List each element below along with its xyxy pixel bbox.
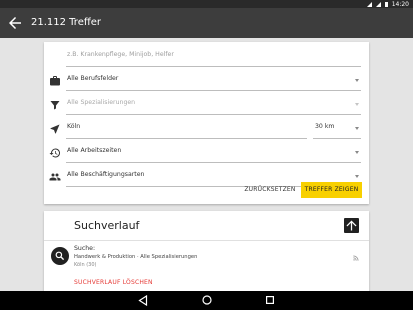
location-row: Köln 30 km <box>44 117 369 141</box>
working-hours-select[interactable]: Alle Arbeitszeiten <box>66 143 361 163</box>
nav-back-icon[interactable] <box>138 295 148 306</box>
working-hours-row: Alle Arbeitszeiten <box>44 141 369 165</box>
reset-button[interactable]: ZURÜCKSETZEN <box>242 182 298 198</box>
status-icons: 14:20 <box>366 0 409 8</box>
signal-icon <box>366 1 372 7</box>
divider <box>44 240 369 241</box>
dropdown-caret-icon <box>355 175 359 178</box>
app-bar: 21.112 Treffer <box>0 8 413 38</box>
history-item-detail: Handwerk & Produktion · Alle Spezialisie… <box>74 254 198 260</box>
history-item-location: Köln (30) <box>74 262 97 268</box>
dropdown-caret-icon <box>355 127 359 130</box>
search-history-card: Suchverlauf Suche: Handwerk & Produktion… <box>44 211 369 291</box>
arrow-back-icon[interactable] <box>6 14 24 32</box>
filter-icon <box>50 101 60 110</box>
collapse-button[interactable] <box>344 218 359 233</box>
specialization-value: Alle Spezialisierungen <box>67 99 136 106</box>
specialization-select[interactable]: Alle Spezialisierungen <box>66 95 361 115</box>
navigation-bar <box>0 291 413 310</box>
page-title: 21.112 Treffer <box>31 17 102 28</box>
location-arrow-icon <box>50 124 60 134</box>
radius-value: 30 km <box>315 123 335 130</box>
job-field-select[interactable]: Alle Berufsfelder <box>66 71 361 91</box>
keyword-placeholder: z.B. Krankenpflege, Minijob, Helfer <box>67 51 174 58</box>
location-input[interactable]: Köln <box>66 119 307 139</box>
search-form-card: z.B. Krankenpflege, Minijob, Helfer Alle… <box>44 42 369 204</box>
keyword-row: z.B. Krankenpflege, Minijob, Helfer <box>44 45 369 69</box>
battery-icon <box>384 1 388 7</box>
dropdown-caret-icon <box>355 79 359 82</box>
arrow-upward-icon <box>346 220 357 231</box>
radius-select[interactable]: 30 km <box>313 119 361 139</box>
specialization-row: Alle Spezialisierungen <box>44 93 369 117</box>
clear-history-button[interactable]: SUCHVERLAUF LÖSCHEN <box>74 279 153 286</box>
job-field-row: Alle Berufsfelder <box>44 69 369 93</box>
nav-home-icon[interactable] <box>202 295 212 305</box>
job-field-value: Alle Berufsfelder <box>67 75 119 82</box>
show-results-button[interactable]: TREFFER ZEIGEN <box>301 182 362 198</box>
people-icon <box>49 173 61 181</box>
wifi-icon <box>375 1 381 7</box>
status-bar: 14:20 <box>0 0 413 8</box>
search-icon <box>51 247 69 265</box>
rss-feed-icon[interactable] <box>352 254 360 262</box>
location-value: Köln <box>67 123 81 130</box>
keyword-input[interactable]: z.B. Krankenpflege, Minijob, Helfer <box>66 47 361 67</box>
dropdown-caret-icon <box>355 151 359 154</box>
history-clock-icon <box>49 148 60 158</box>
history-item-label: Suche: <box>74 245 96 252</box>
employment-type-value: Alle Beschäftigungsarten <box>67 171 145 178</box>
status-time: 14:20 <box>391 0 409 8</box>
briefcase-icon <box>50 76 60 86</box>
dropdown-caret-icon <box>355 103 359 106</box>
history-title: Suchverlauf <box>74 219 140 232</box>
working-hours-value: Alle Arbeitszeiten <box>67 147 122 154</box>
nav-recent-apps-icon[interactable] <box>266 296 274 304</box>
